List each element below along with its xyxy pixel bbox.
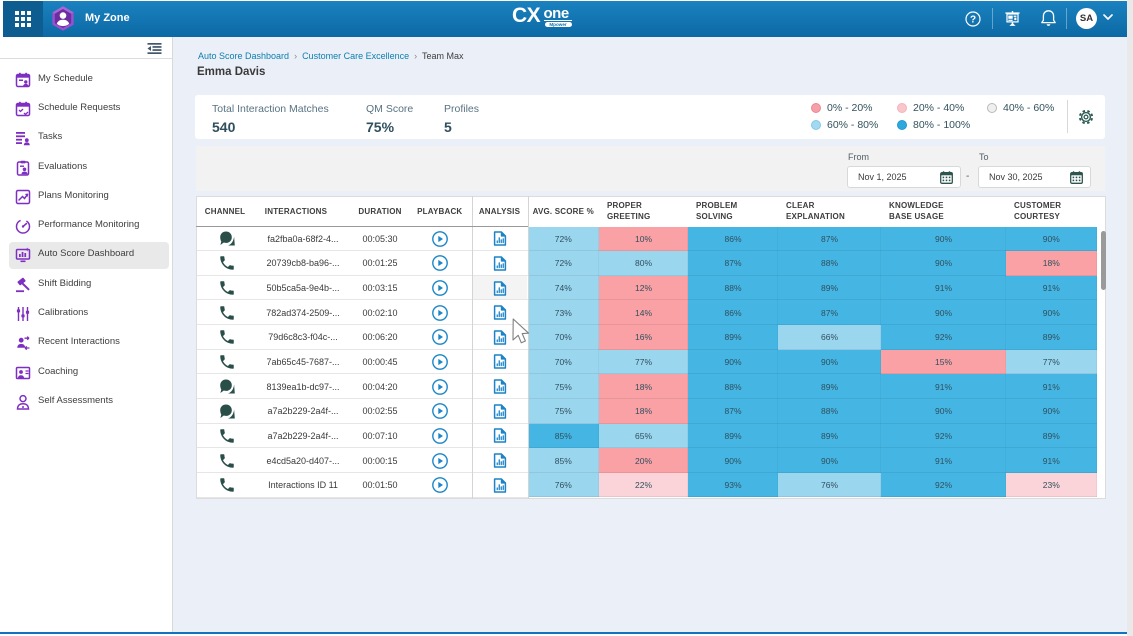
svg-text:?: ? (970, 15, 976, 26)
